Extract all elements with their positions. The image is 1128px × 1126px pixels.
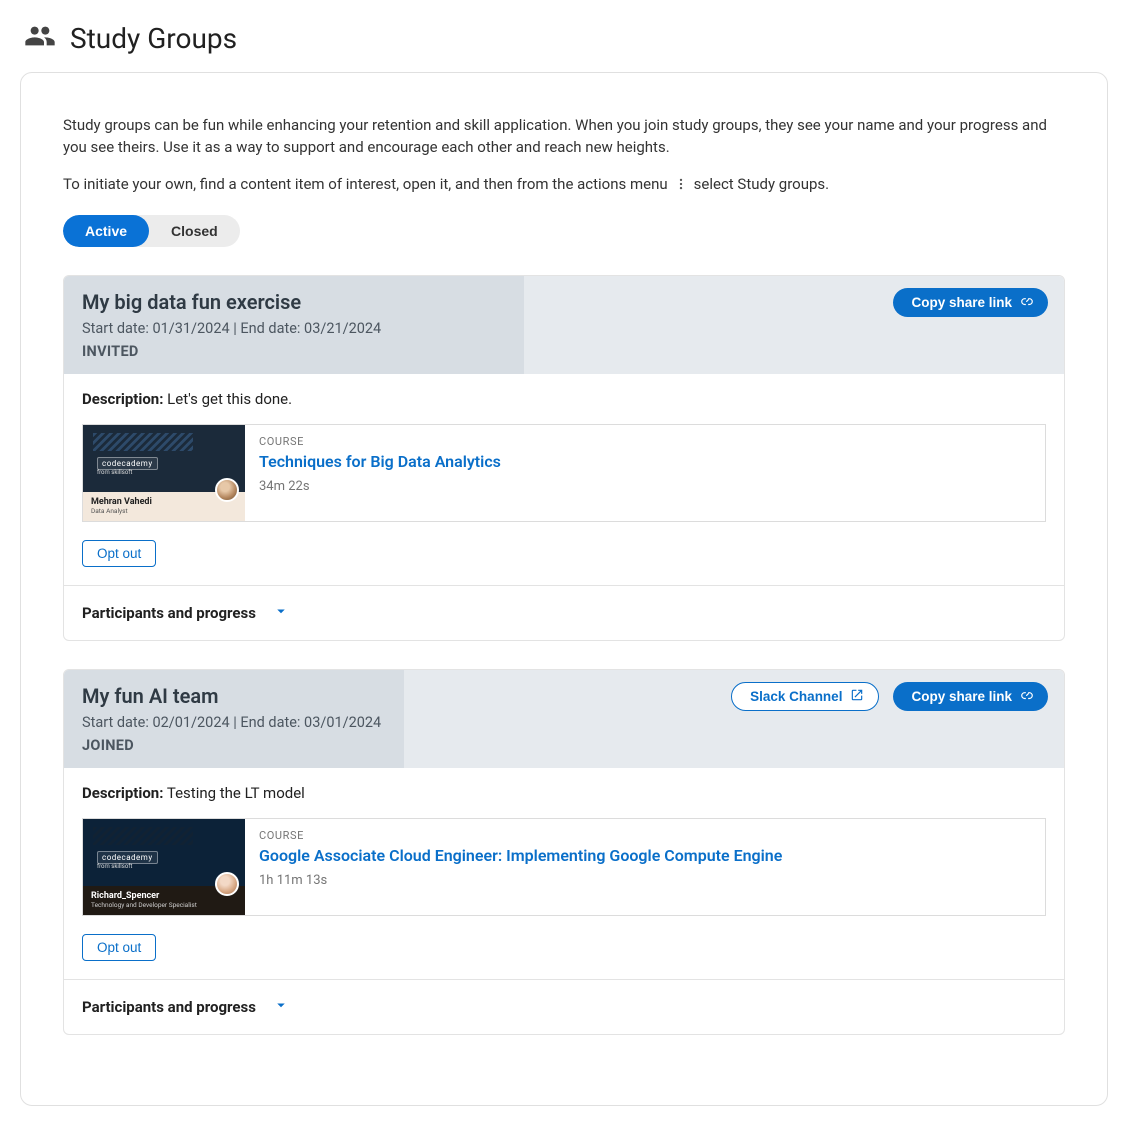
avatar: [215, 478, 239, 502]
group-card: My fun AI team Start date: 02/01/2024 | …: [63, 669, 1065, 1035]
group-dates: Start date: 02/01/2024 | End date: 03/01…: [82, 714, 386, 731]
page-title: Study Groups: [70, 22, 237, 55]
course-thumbnail: codecademy from skillsoft Richard_Spence…: [83, 819, 245, 915]
more-vert-icon: [672, 175, 690, 193]
intro2-after: select Study groups.: [694, 175, 829, 193]
group-dates: Start date: 01/31/2024 | End date: 03/21…: [82, 320, 506, 337]
open-external-icon: [850, 688, 864, 705]
slack-channel-label: Slack Channel: [750, 689, 842, 704]
participants-toggle[interactable]: Participants and progress: [64, 979, 1064, 1034]
group-name: My big data fun exercise: [82, 290, 506, 314]
copy-share-label: Copy share link: [911, 295, 1012, 310]
copy-share-link-button[interactable]: Copy share link: [893, 682, 1048, 711]
group-status: INVITED: [82, 343, 506, 360]
tab-closed[interactable]: Closed: [149, 215, 240, 247]
people-icon: [24, 20, 56, 56]
group-description: Description: Let's get this done.: [82, 390, 1046, 408]
tab-group: Active Closed: [63, 215, 240, 247]
opt-out-button[interactable]: Opt out: [82, 540, 156, 567]
group-body: Description: Let's get this done. codeca…: [64, 374, 1064, 585]
instructor-name: Richard_Spencer: [91, 892, 197, 901]
participants-toggle[interactable]: Participants and progress: [64, 585, 1064, 640]
course-info: COURSE Techniques for Big Data Analytics…: [245, 425, 515, 521]
group-body: Description: Testing the LT model codeca…: [64, 768, 1064, 979]
participants-label: Participants and progress: [82, 604, 256, 622]
intro-text: Study groups can be fun while enhancing …: [63, 115, 1065, 159]
course-type-label: COURSE: [259, 435, 501, 448]
course-title-link[interactable]: Techniques for Big Data Analytics: [259, 452, 501, 471]
course-info: COURSE Google Associate Cloud Engineer: …: [245, 819, 796, 915]
course-duration: 1h 11m 13s: [259, 873, 782, 888]
course-title-link[interactable]: Google Associate Cloud Engineer: Impleme…: [259, 846, 782, 865]
participants-label: Participants and progress: [82, 998, 256, 1016]
group-name: My fun AI team: [82, 684, 386, 708]
group-card: My big data fun exercise Start date: 01/…: [63, 275, 1065, 641]
course-type-label: COURSE: [259, 829, 782, 842]
instructor-role: Technology and Developer Specialist: [91, 901, 197, 909]
instructor-name: Mehran Vahedi: [91, 498, 152, 507]
tab-active[interactable]: Active: [63, 215, 149, 247]
course-row: codecademy from skillsoft Richard_Spence…: [82, 818, 1046, 916]
group-description: Description: Testing the LT model: [82, 784, 1046, 802]
main-card: Study groups can be fun while enhancing …: [20, 72, 1108, 1106]
course-thumbnail: codecademy from skillsoft Mehran Vahedi …: [83, 425, 245, 521]
link-icon: [1020, 294, 1034, 311]
opt-out-button[interactable]: Opt out: [82, 934, 156, 961]
group-header-left: My fun AI team Start date: 02/01/2024 | …: [64, 670, 404, 768]
avatar: [215, 872, 239, 896]
group-header-actions: Copy share link: [877, 276, 1064, 329]
copy-share-label: Copy share link: [911, 689, 1012, 704]
group-header: My fun AI team Start date: 02/01/2024 | …: [64, 670, 1064, 768]
intro2-before: To initiate your own, find a content ite…: [63, 175, 668, 193]
page-header: Study Groups: [20, 20, 1108, 56]
intro-text-2: To initiate your own, find a content ite…: [63, 175, 1065, 193]
group-status: JOINED: [82, 737, 386, 754]
link-icon: [1020, 688, 1034, 705]
course-duration: 34m 22s: [259, 479, 501, 494]
slack-channel-button[interactable]: Slack Channel: [731, 682, 879, 711]
course-row: codecademy from skillsoft Mehran Vahedi …: [82, 424, 1046, 522]
chevron-down-icon: [272, 996, 290, 1018]
instructor-role: Data Analyst: [91, 507, 152, 515]
chevron-down-icon: [272, 602, 290, 624]
group-header-left: My big data fun exercise Start date: 01/…: [64, 276, 524, 374]
group-header: My big data fun exercise Start date: 01/…: [64, 276, 1064, 374]
copy-share-link-button[interactable]: Copy share link: [893, 288, 1048, 317]
group-header-actions: Slack Channel Copy share link: [715, 670, 1064, 723]
